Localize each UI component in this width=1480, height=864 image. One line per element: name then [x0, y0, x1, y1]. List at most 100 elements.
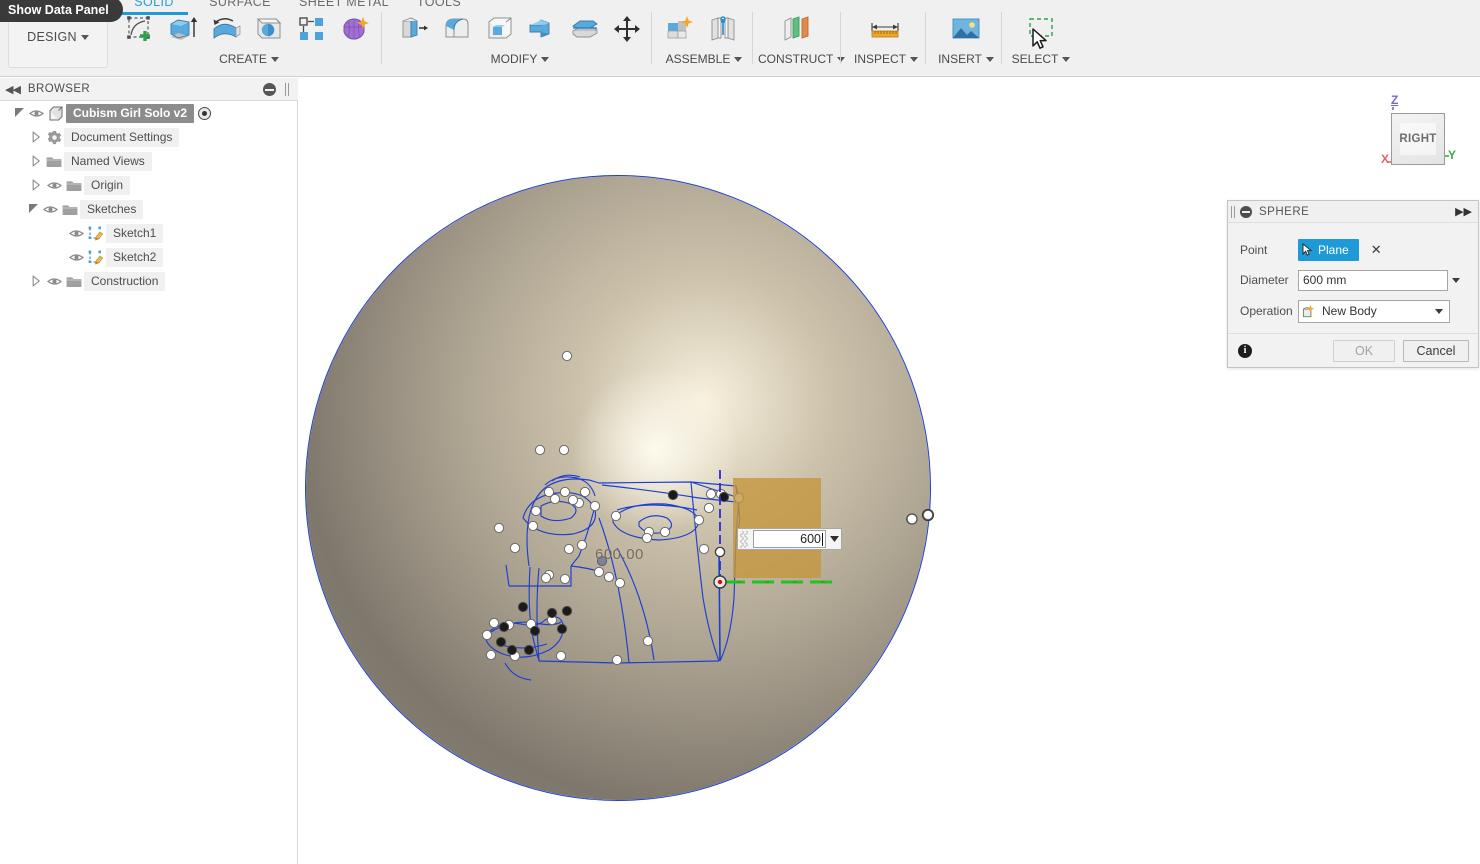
ribbon-group-modify: MODIFY	[392, 10, 648, 68]
gear-icon	[44, 130, 64, 145]
tree-item-sketch1[interactable]: Sketch1	[0, 221, 298, 245]
expander-open-icon[interactable]	[26, 200, 40, 218]
construct-plane-button[interactable]	[777, 10, 817, 48]
chevron-down-icon[interactable]	[1435, 308, 1443, 314]
mouse-cursor	[1032, 28, 1047, 49]
inline-dropdown-button[interactable]	[827, 529, 841, 549]
ribbon-group-select-label[interactable]: SELECT	[1008, 52, 1074, 66]
sphere-dialog-title: SPHERE	[1259, 205, 1310, 218]
collapse-left-icon[interactable]: ◀◀	[5, 83, 21, 96]
cancel-button[interactable]: Cancel	[1403, 339, 1469, 362]
show-data-panel-tooltip[interactable]: Show Data Panel	[0, 0, 123, 22]
sphere-dialog-body: Point Plane ✕ Diameter 600 mm Operation	[1228, 223, 1478, 333]
diameter-input[interactable]: 600 mm	[1298, 269, 1448, 291]
ribbon-group-insert: INSERT	[932, 10, 1000, 68]
expander-closed-icon[interactable]	[30, 176, 44, 194]
tree-item-document-settings[interactable]: Document Settings	[0, 125, 298, 149]
measure-button[interactable]	[866, 10, 906, 48]
ribbon-separator	[840, 12, 841, 64]
expander-closed-icon[interactable]	[30, 152, 44, 170]
ribbon-group-insert-label[interactable]: INSERT	[932, 52, 1000, 66]
ribbon-group-create-label[interactable]: CREATE	[118, 52, 380, 66]
drag-grip-icon[interactable]	[740, 530, 752, 548]
visibility-eye-icon[interactable]	[26, 108, 46, 119]
view-cube[interactable]: RIGHT Z X Y	[1369, 90, 1469, 180]
grip-icon[interactable]	[1231, 206, 1236, 218]
minimize-icon[interactable]	[1240, 205, 1252, 218]
operation-select[interactable]: New Body	[1298, 299, 1450, 323]
revolve-button[interactable]	[206, 10, 246, 48]
new-body-icon	[1302, 304, 1315, 317]
point-selection-button[interactable]: Plane	[1298, 239, 1359, 261]
split-face-button[interactable]	[565, 10, 605, 48]
visibility-eye-icon[interactable]	[40, 204, 60, 215]
sphere-dialog-header[interactable]: SPHERE ▶▶	[1228, 201, 1478, 223]
insert-button[interactable]	[946, 10, 986, 48]
ribbon-group-inspect: INSPECT	[848, 10, 924, 68]
grip-icon[interactable]	[285, 83, 291, 96]
tab-solid-label: SOLID	[134, 0, 174, 9]
activate-component-radio[interactable]	[198, 106, 212, 120]
tree-item-label: Construction	[84, 271, 166, 291]
combine-button[interactable]	[522, 10, 562, 48]
ribbon-group-modify-label[interactable]: MODIFY	[392, 52, 648, 66]
visibility-eye-icon[interactable]	[66, 252, 86, 263]
workspace-name: DESIGN	[27, 30, 77, 44]
tree-item-sketch2[interactable]: Sketch2	[0, 245, 298, 269]
dimension-label[interactable]: 600.00	[595, 546, 644, 563]
move-copy-button[interactable]	[608, 10, 648, 48]
tree-item-origin[interactable]: Origin	[0, 173, 298, 197]
shell-button[interactable]	[480, 10, 520, 48]
create-sketch-button[interactable]	[120, 10, 160, 48]
sphere-dialog-footer: i OK Cancel	[1228, 333, 1478, 367]
press-pull-button[interactable]	[394, 10, 434, 48]
tree-item-named-views[interactable]: Named Views	[0, 149, 298, 173]
tree-item-sketches[interactable]: Sketches	[0, 197, 298, 221]
folder-icon	[60, 203, 80, 216]
tab-sheet-metal-label: SHEET METAL	[298, 0, 390, 9]
inline-value-field[interactable]: 600	[753, 530, 826, 548]
ribbon-group-inspect-label[interactable]: INSPECT	[848, 52, 924, 66]
expander-open-icon[interactable]	[12, 104, 26, 122]
visibility-eye-icon[interactable]	[66, 228, 86, 239]
modify-label-text: MODIFY	[490, 52, 538, 66]
ribbon-separator	[381, 12, 382, 64]
view-cube-axes	[1388, 107, 1449, 163]
select-label-text: SELECT	[1011, 52, 1059, 66]
expander-closed-icon[interactable]	[30, 128, 44, 146]
chevron-down-icon	[734, 57, 743, 63]
visibility-eye-icon[interactable]	[44, 276, 64, 287]
joint-button[interactable]	[703, 10, 743, 48]
pattern-button[interactable]	[292, 10, 332, 48]
info-glyph: i	[1243, 345, 1247, 356]
pattern-icon	[299, 17, 323, 40]
extrude-button[interactable]	[163, 10, 203, 48]
browser-tree: Cubism Girl Solo v2 Document Settings Na…	[0, 101, 298, 293]
form-button[interactable]	[335, 10, 375, 48]
diameter-dropdown-button[interactable]	[1448, 269, 1464, 291]
inline-value-text: 600	[800, 532, 821, 546]
fillet-button[interactable]	[437, 10, 477, 48]
minimize-icon[interactable]	[263, 83, 276, 96]
expand-right-icon[interactable]: ▶▶	[1455, 205, 1472, 218]
ribbon-group-assemble-label[interactable]: ASSEMBLE	[658, 52, 750, 66]
sketch-icon	[86, 250, 106, 265]
chevron-down-icon	[80, 35, 89, 41]
sphere-button[interactable]	[249, 10, 289, 48]
expander-closed-icon[interactable]	[30, 272, 44, 290]
measure-icon	[871, 23, 899, 38]
extrude-icon	[170, 17, 198, 40]
tree-item-label: Named Views	[64, 151, 152, 171]
close-x-icon[interactable]: ✕	[1371, 242, 1382, 258]
tree-item-cubism-girl-solo-v2[interactable]: Cubism Girl Solo v2	[0, 101, 298, 125]
ribbon-group-construct-label[interactable]: CONSTRUCT	[758, 52, 846, 66]
inline-dimension-input[interactable]: 600	[737, 528, 842, 550]
tree-item-label: Cubism Girl Solo v2	[66, 103, 195, 123]
ok-button[interactable]: OK	[1333, 339, 1395, 362]
info-icon[interactable]: i	[1238, 343, 1252, 358]
tree-item-construction[interactable]: Construction	[0, 269, 298, 293]
viewport-canvas[interactable]: 600.00 600 RIGHT Z X Y	[299, 78, 1480, 864]
new-component-button[interactable]	[660, 10, 700, 48]
visibility-eye-icon[interactable]	[44, 180, 64, 191]
folder-icon	[44, 155, 64, 168]
